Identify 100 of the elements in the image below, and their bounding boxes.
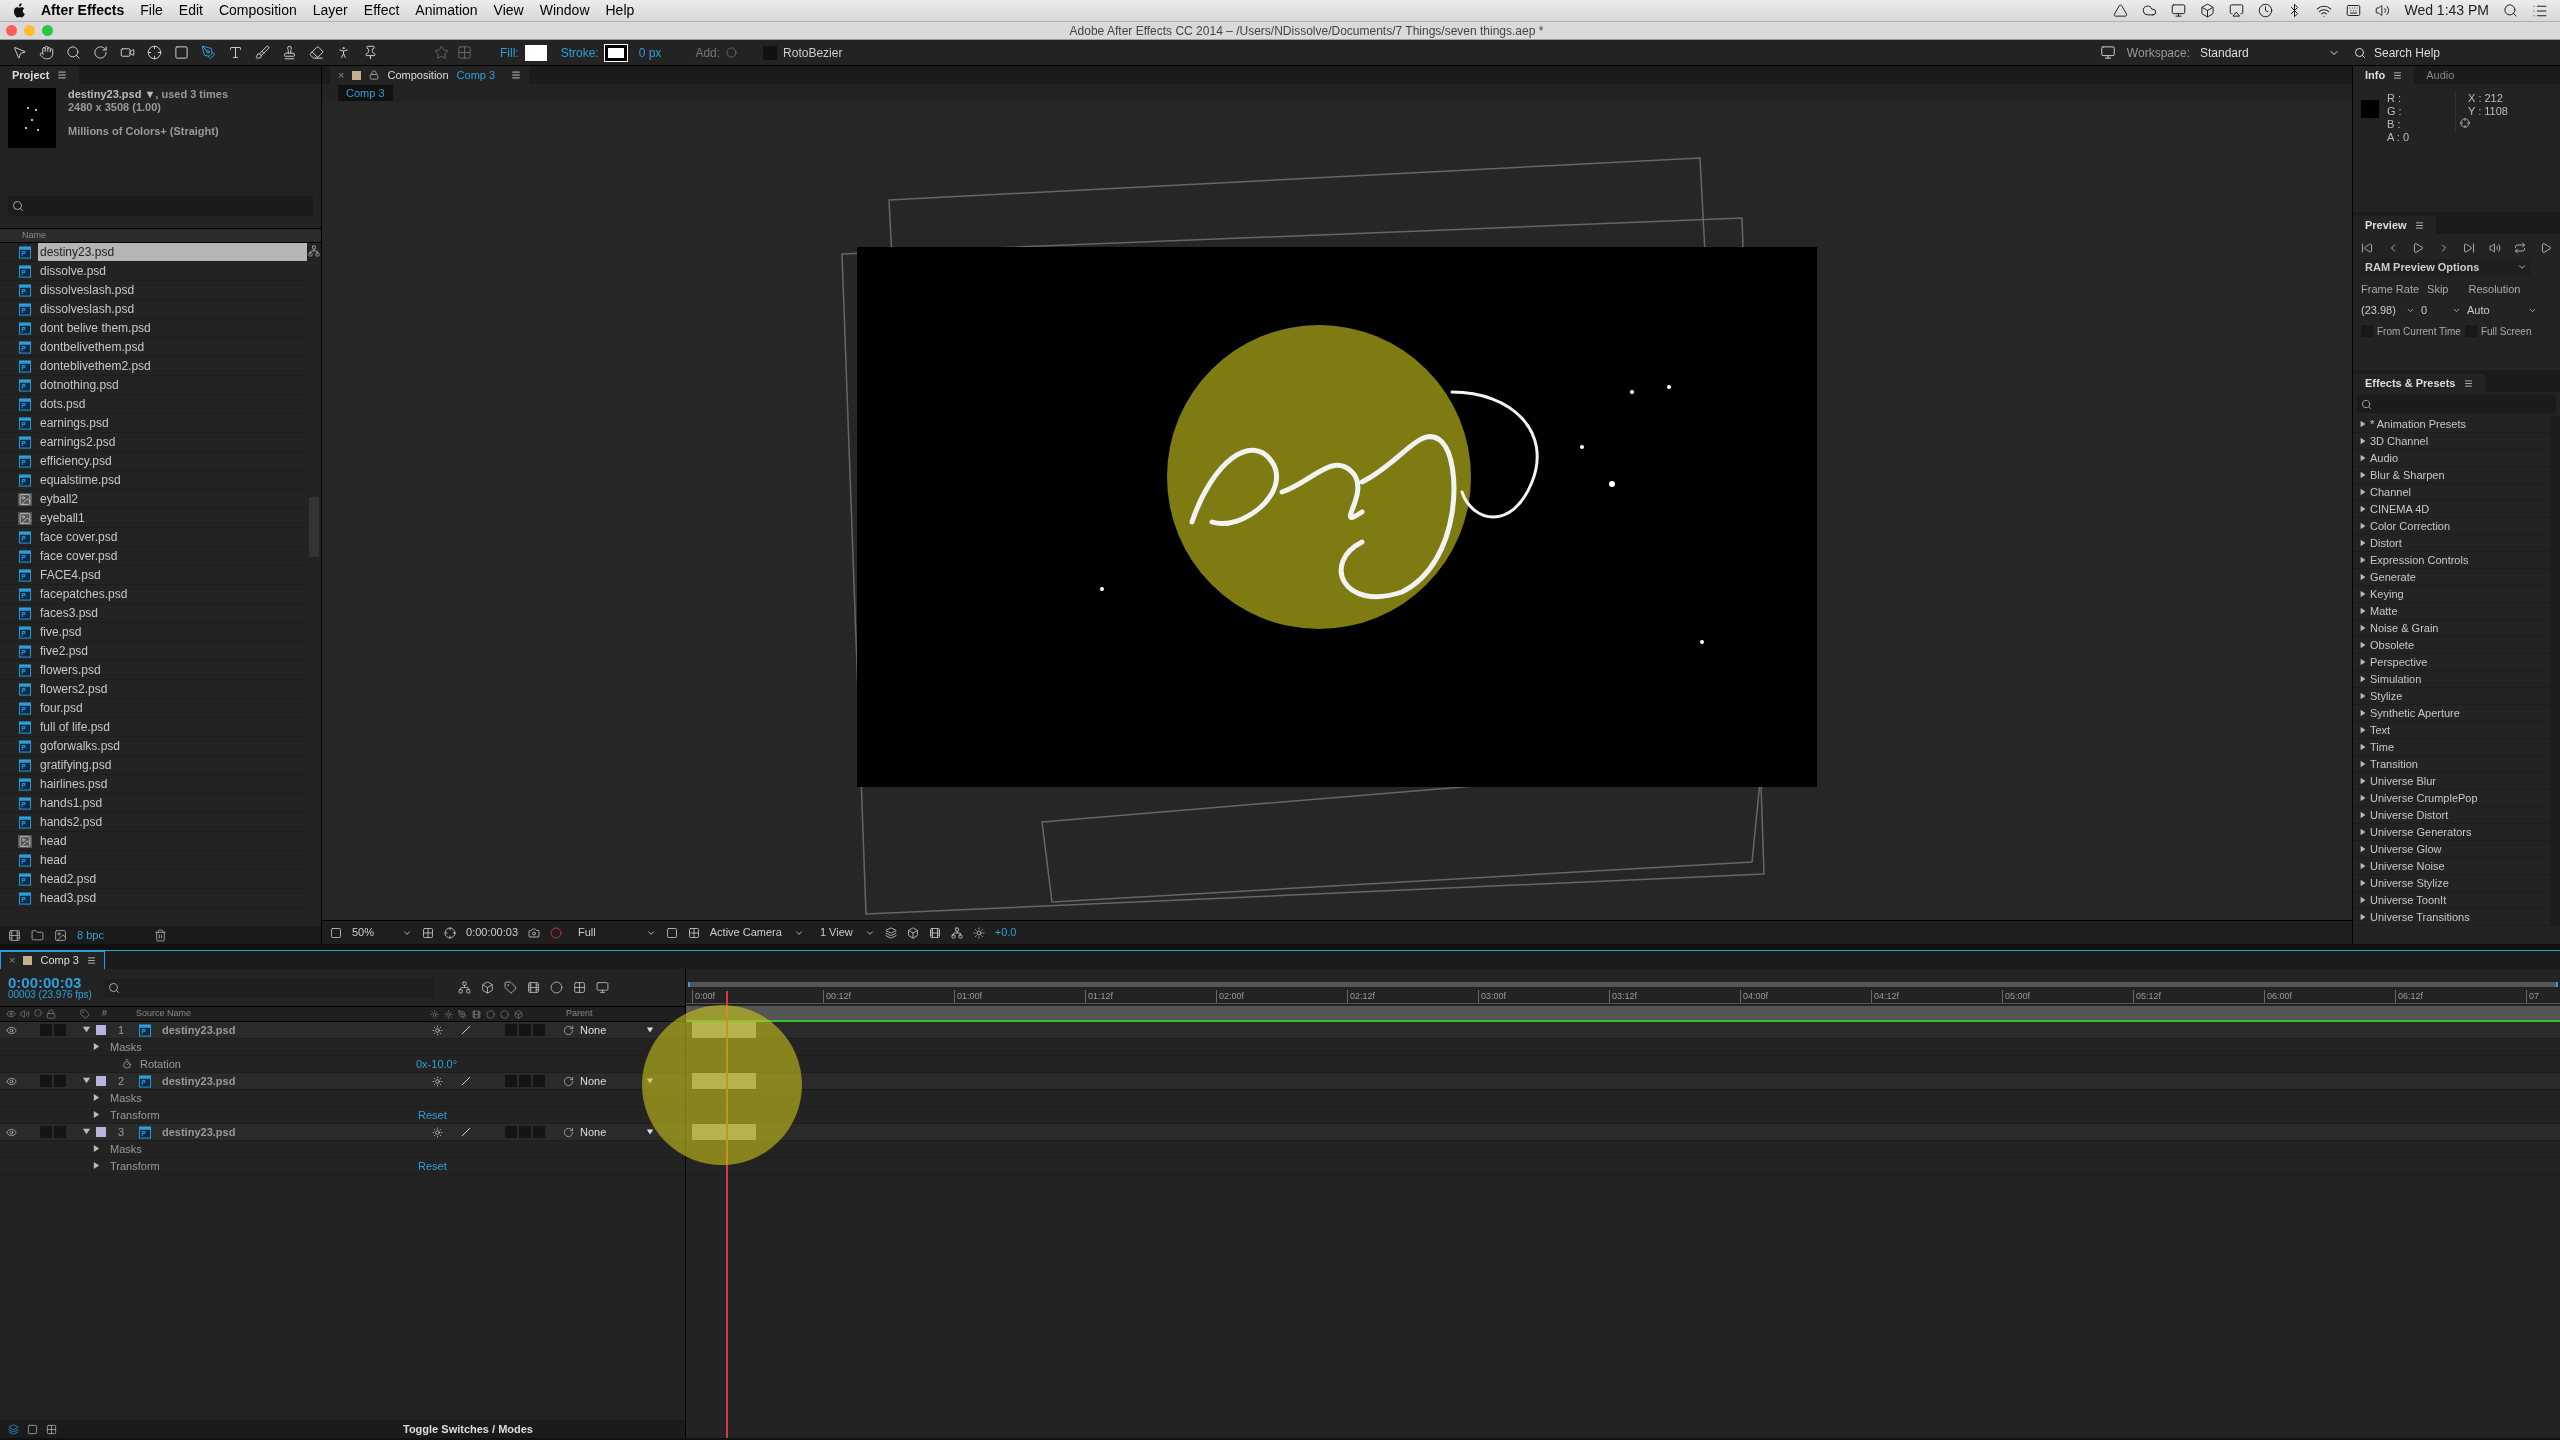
expand-icon[interactable] [2359, 437, 2367, 445]
region-icon[interactable] [665, 926, 678, 939]
expand-icon[interactable] [92, 1143, 102, 1153]
menu-item[interactable]: View [493, 0, 524, 21]
eye-icon[interactable] [6, 1126, 17, 1138]
menu-item[interactable]: File [140, 0, 163, 21]
expand-icon[interactable] [2359, 454, 2367, 462]
figure-icon[interactable] [336, 45, 351, 60]
film-icon[interactable] [928, 926, 941, 939]
effect-category[interactable]: Universe Generators [2370, 823, 2472, 841]
label-icon[interactable] [80, 1009, 90, 1019]
loop-icon[interactable] [2514, 242, 2527, 254]
project-item[interactable]: hands1.psd [38, 794, 119, 812]
reset-link[interactable]: Reset [418, 1106, 447, 1124]
quality-icon[interactable] [461, 1076, 471, 1086]
project-item[interactable]: four.psd [38, 699, 99, 717]
trash-icon[interactable] [153, 928, 167, 942]
project-item[interactable]: faces3.psd [38, 604, 115, 622]
reset-link[interactable]: Reset [418, 1157, 447, 1175]
comp-breadcrumb[interactable]: Comp 3 [338, 84, 393, 102]
transparency-grid-icon[interactable] [687, 926, 700, 939]
layer-name[interactable]: destiny23.psd [162, 1021, 432, 1039]
flowchart-icon[interactable] [308, 245, 320, 257]
expand-icon[interactable] [2359, 420, 2367, 428]
folder-icon[interactable] [31, 928, 44, 942]
timecode-display[interactable]: 0:00:00:03 [8, 975, 92, 990]
property-group[interactable]: Masks [110, 1140, 418, 1158]
effect-category[interactable]: Audio [2370, 449, 2399, 467]
expand-icon[interactable] [2359, 658, 2367, 666]
expand-icon[interactable] [2359, 777, 2367, 785]
current-time[interactable]: 0:00:00:03 [466, 924, 519, 941]
shy-icon[interactable] [432, 1024, 443, 1036]
layers-icon[interactable] [884, 926, 897, 939]
menu-icon[interactable] [2463, 378, 2473, 388]
project-tab[interactable]: Project [0, 66, 80, 84]
skip-dropdown[interactable]: 0 [2421, 302, 2461, 319]
quality-icon[interactable] [461, 1127, 471, 1137]
panel-tab[interactable]: Info [2353, 66, 2415, 84]
project-item[interactable]: dotnothing.psd [38, 376, 135, 394]
project-item[interactable]: dissolve.psd [38, 262, 123, 280]
workspace-icon[interactable] [2098, 45, 2117, 60]
project-item[interactable]: earnings2.psd [38, 433, 132, 451]
grid-icon[interactable] [46, 1423, 57, 1435]
zoom-dropdown[interactable]: 50% [352, 924, 413, 941]
composition-tab[interactable]: × Composition Comp 3 [330, 66, 530, 84]
star-icon[interactable] [434, 45, 449, 60]
ram-preview-icon[interactable] [2539, 242, 2552, 254]
graph-icon[interactable] [595, 981, 609, 994]
shy-icon[interactable] [432, 1126, 443, 1138]
project-item[interactable]: dots.psd [38, 395, 102, 413]
grid-icon[interactable] [422, 926, 435, 939]
project-item[interactable]: earnings.psd [38, 414, 125, 432]
menu-item[interactable]: Layer [312, 0, 348, 21]
monitor-icon[interactable] [2171, 3, 2187, 18]
project-item[interactable]: goforwalks.psd [38, 737, 137, 755]
project-item[interactable]: facepatches.psd [38, 585, 144, 603]
effect-category[interactable]: Universe Noise [2370, 857, 2445, 875]
volume-icon[interactable] [2375, 3, 2391, 18]
search-field[interactable] [103, 978, 434, 997]
frame-rate-dropdown[interactable]: (23.98) [2361, 302, 2415, 319]
bpc-button[interactable]: 8 bpc [77, 926, 104, 944]
effect-category[interactable]: Synthetic Aperture [2370, 704, 2460, 722]
timeline-tab[interactable]: × Comp 3 [0, 951, 105, 969]
box-icon[interactable] [2200, 3, 2216, 18]
menu-icon[interactable] [57, 70, 68, 80]
pick-whip-icon[interactable] [563, 1024, 574, 1036]
project-item[interactable]: face cover.psd [38, 528, 134, 546]
effect-category[interactable]: Universe Blur [2370, 772, 2437, 790]
menu-icon[interactable] [86, 956, 96, 965]
fill-swatch[interactable] [524, 44, 547, 61]
expand-icon[interactable] [2359, 760, 2367, 768]
effect-category[interactable]: 3D Channel [2370, 432, 2429, 450]
parent-dropdown[interactable]: None [580, 1021, 654, 1039]
grid-icon[interactable] [572, 981, 586, 994]
expand-icon[interactable] [2359, 709, 2367, 717]
expand-icon[interactable] [2359, 743, 2367, 751]
project-item[interactable]: donteblivethem2.psd [38, 357, 167, 375]
effect-category[interactable]: Time [2370, 738, 2395, 756]
snapshot-icon[interactable] [528, 926, 541, 939]
expand-icon[interactable] [2359, 726, 2367, 734]
close-tab-button[interactable]: × [338, 66, 345, 84]
project-item[interactable]: dont belive them.psd [38, 319, 167, 337]
search-help-field[interactable]: Search Help [2350, 42, 2548, 63]
effect-category[interactable]: Stylize [2370, 687, 2403, 705]
panel-tab[interactable]: Audio [2414, 66, 2467, 84]
effect-category[interactable]: Universe Transitions [2370, 908, 2470, 926]
property-group[interactable]: Transform [110, 1157, 418, 1175]
project-item[interactable]: flowers.psd [38, 661, 117, 679]
layer-name[interactable]: destiny23.psd [162, 1123, 432, 1141]
menu-clock[interactable]: Wed 1:43 PM [2404, 0, 2489, 21]
expand-icon[interactable] [2359, 675, 2367, 683]
effects-tab[interactable]: Effects & Presets [2353, 374, 2485, 392]
expand-icon[interactable] [2359, 879, 2367, 887]
stamp-icon[interactable] [282, 45, 297, 60]
parent-dropdown[interactable]: None [580, 1123, 654, 1141]
film-icon[interactable] [526, 981, 540, 994]
project-item[interactable]: face cover.psd [38, 547, 134, 565]
effect-category[interactable]: Expression Controls [2370, 551, 2469, 569]
effect-category[interactable]: Universe CrumplePop [2370, 789, 2478, 807]
camera-dropdown[interactable]: Active Camera [709, 924, 804, 941]
